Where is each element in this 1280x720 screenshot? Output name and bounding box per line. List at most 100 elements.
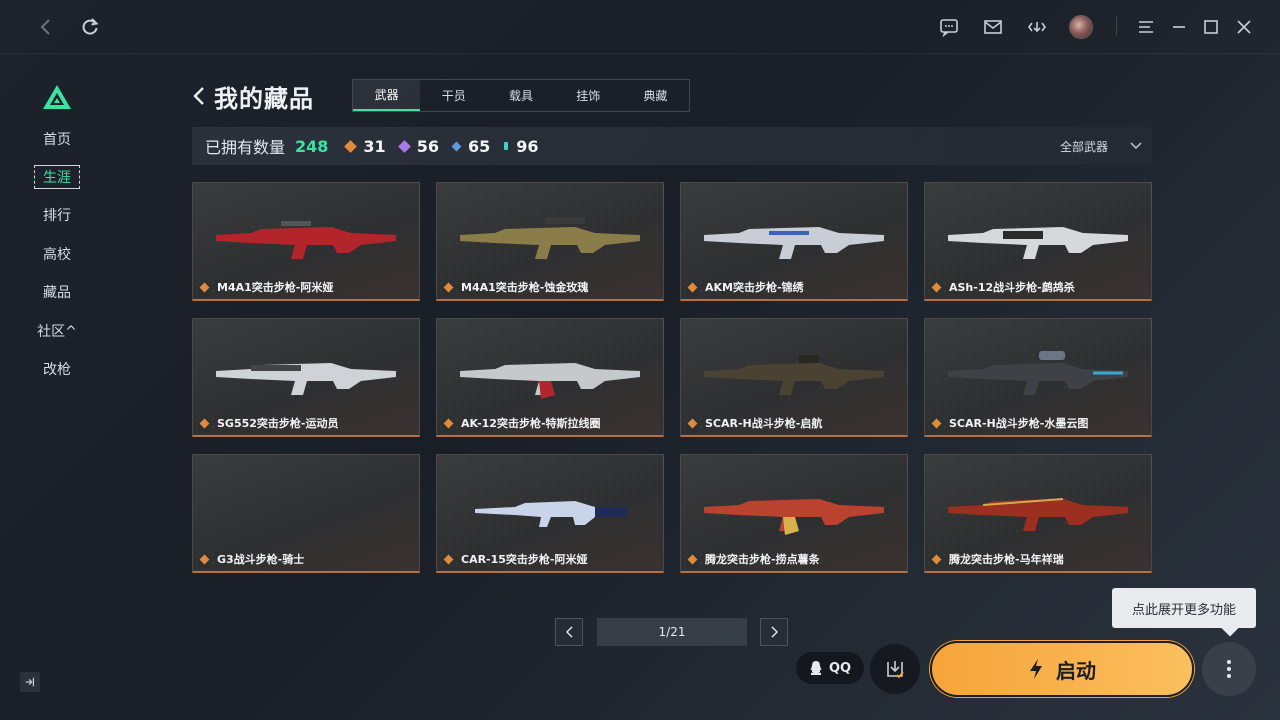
expand-icon [25, 677, 35, 687]
rarity-diamond-icon [443, 282, 454, 292]
sidebar-item-college[interactable]: 高校 [34, 242, 80, 266]
weapon-name: AK-12突击步枪-特斯拉线圈 [443, 415, 601, 431]
weapon-name-text: SCAR-H战斗步枪-启航 [705, 417, 823, 430]
weapon-name-text: ASh-12战斗步枪-鹧鸪杀 [949, 281, 1075, 294]
avatar[interactable] [1069, 15, 1093, 39]
rarity-purple-stat: 56 [397, 136, 439, 156]
filter-label: 全部武器 [1059, 139, 1108, 154]
sidebar [0, 54, 115, 720]
rarity-diamond-icon [443, 418, 454, 428]
sidebar-item-ranking[interactable]: 排行 [34, 203, 80, 227]
weapon-name-text: SCAR-H战斗步枪-水墨云图 [949, 417, 1089, 430]
weapon-card[interactable]: G3战斗步枪-骑士 [192, 454, 420, 573]
weapon-filter-dropdown[interactable]: 全部武器 [1060, 127, 1142, 165]
sidebar-item-collection[interactable]: 藏品 [34, 280, 80, 304]
more-options-button[interactable] [1202, 642, 1256, 696]
divider [1116, 16, 1117, 36]
rarity-cyan-stat: 96 [504, 137, 538, 156]
weapon-card[interactable]: 腾龙突击步枪-马年祥瑞 [924, 454, 1152, 573]
back-arrow-icon[interactable] [31, 12, 61, 42]
download-button[interactable] [870, 644, 920, 694]
weapon-card[interactable]: CAR-15突击步枪-阿米娅 [436, 454, 664, 573]
sidebar-item-community[interactable]: 社区^ [34, 319, 80, 343]
weapon-name-text: G3战斗步枪-骑士 [217, 553, 305, 566]
weapon-image [216, 221, 396, 259]
weapon-name: CAR-15突击步枪-阿米娅 [443, 551, 588, 567]
owned-count: 248 [295, 136, 329, 156]
weapon-name-text: SG552突击步枪-运动员 [217, 417, 339, 430]
weapon-card[interactable]: 腾龙突击步枪-捞点薯条 [680, 454, 908, 573]
mail-icon[interactable] [978, 12, 1008, 42]
collapse-sidebar-button[interactable] [20, 672, 40, 692]
weapon-image [704, 499, 884, 535]
weapon-image [704, 227, 884, 259]
weapon-card[interactable]: AKM突击步枪-锦绣 [680, 182, 908, 301]
blue-diamond-icon [451, 141, 462, 151]
rarity-diamond-icon [931, 418, 942, 428]
maximize-icon[interactable] [1196, 12, 1226, 42]
chat-icon[interactable] [934, 12, 964, 42]
weapon-name-text: CAR-15突击步枪-阿米娅 [461, 553, 588, 566]
logo-icon [43, 85, 71, 109]
weapon-card[interactable]: SCAR-H战斗步枪-水墨云图 [924, 318, 1152, 437]
page-title: 我的藏品 [214, 84, 314, 113]
launch-button[interactable]: 启动 [930, 641, 1194, 697]
prev-page-button[interactable] [555, 618, 583, 646]
qq-login-button[interactable]: QQ [796, 652, 864, 684]
chevron-right-icon [770, 626, 778, 638]
weapon-name-text: 腾龙突击步枪-捞点薯条 [705, 553, 820, 566]
tab-vehicles[interactable]: 载具 [487, 80, 554, 111]
rarity-diamond-icon [443, 554, 454, 564]
sidebar-item-career[interactable]: 生涯 [34, 165, 80, 189]
rarity-diamond-icon [199, 282, 210, 292]
signal-icon[interactable] [1022, 12, 1052, 42]
weapon-image [475, 501, 627, 527]
close-icon[interactable] [1229, 12, 1259, 42]
tab-collectibles[interactable]: 典藏 [622, 80, 689, 111]
sidebar-item-gunsmith[interactable]: 改枪 [34, 357, 80, 381]
purple-count: 56 [416, 136, 439, 156]
chevron-down-icon [1130, 142, 1142, 149]
weapon-card[interactable]: SCAR-H战斗步枪-启航 [680, 318, 908, 437]
download-icon [887, 661, 904, 679]
weapon-image [704, 355, 884, 395]
qq-penguin-icon [810, 661, 822, 675]
weapon-image [948, 227, 1128, 259]
weapon-card[interactable]: M4A1突击步枪-蚀金玫瑰 [436, 182, 664, 301]
blue-count: 65 [467, 136, 491, 156]
weapon-card[interactable]: AK-12突击步枪-特斯拉线圈 [436, 318, 664, 437]
sidebar-item-home[interactable]: 首页 [34, 127, 80, 151]
weapon-card[interactable]: SG552突击步枪-运动员 [192, 318, 420, 437]
weapon-name-text: AK-12突击步枪-特斯拉线圈 [461, 417, 601, 430]
tab-charms[interactable]: 挂饰 [555, 80, 622, 111]
weapon-image [948, 351, 1128, 395]
rarity-diamond-icon [931, 554, 942, 564]
owned-label: 已拥有数量 [205, 138, 286, 157]
stats-bar: 已拥有数量 248 31 56 65 96 全部武器 [192, 127, 1152, 165]
menu-icon[interactable] [1131, 12, 1161, 42]
tab-weapons[interactable]: 武器 [353, 80, 421, 111]
rarity-orange-stat: 31 [344, 137, 386, 156]
weapon-image [460, 363, 640, 399]
tab-operators[interactable]: 干员 [420, 80, 487, 111]
refresh-icon[interactable] [75, 12, 105, 42]
cyan-count: 96 [516, 136, 539, 156]
weapon-card[interactable]: M4A1突击步枪-阿米娅 [192, 182, 420, 301]
weapon-name-text: M4A1突击步枪-蚀金玫瑰 [461, 281, 589, 294]
rarity-diamond-icon [199, 554, 210, 564]
weapon-image [216, 363, 396, 395]
weapon-name: AKM突击步枪-锦绣 [687, 279, 804, 295]
weapon-name: M4A1突击步枪-阿米娅 [199, 279, 333, 295]
weapon-name: SCAR-H战斗步枪-水墨云图 [931, 415, 1088, 431]
rarity-diamond-icon [687, 554, 698, 564]
purple-diamond-icon [397, 139, 411, 153]
page-indicator: 1/21 [597, 618, 747, 646]
minimize-icon[interactable] [1164, 12, 1194, 42]
weapon-name: SG552突击步枪-运动员 [199, 415, 338, 431]
weapon-card[interactable]: ASh-12战斗步枪-鹧鸪杀 [924, 182, 1152, 301]
weapon-image [460, 217, 640, 259]
weapon-name-text: 腾龙突击步枪-马年祥瑞 [949, 553, 1064, 566]
back-chevron-icon[interactable] [192, 85, 206, 107]
next-page-button[interactable] [760, 618, 788, 646]
weapon-name: G3战斗步枪-骑士 [199, 551, 304, 567]
